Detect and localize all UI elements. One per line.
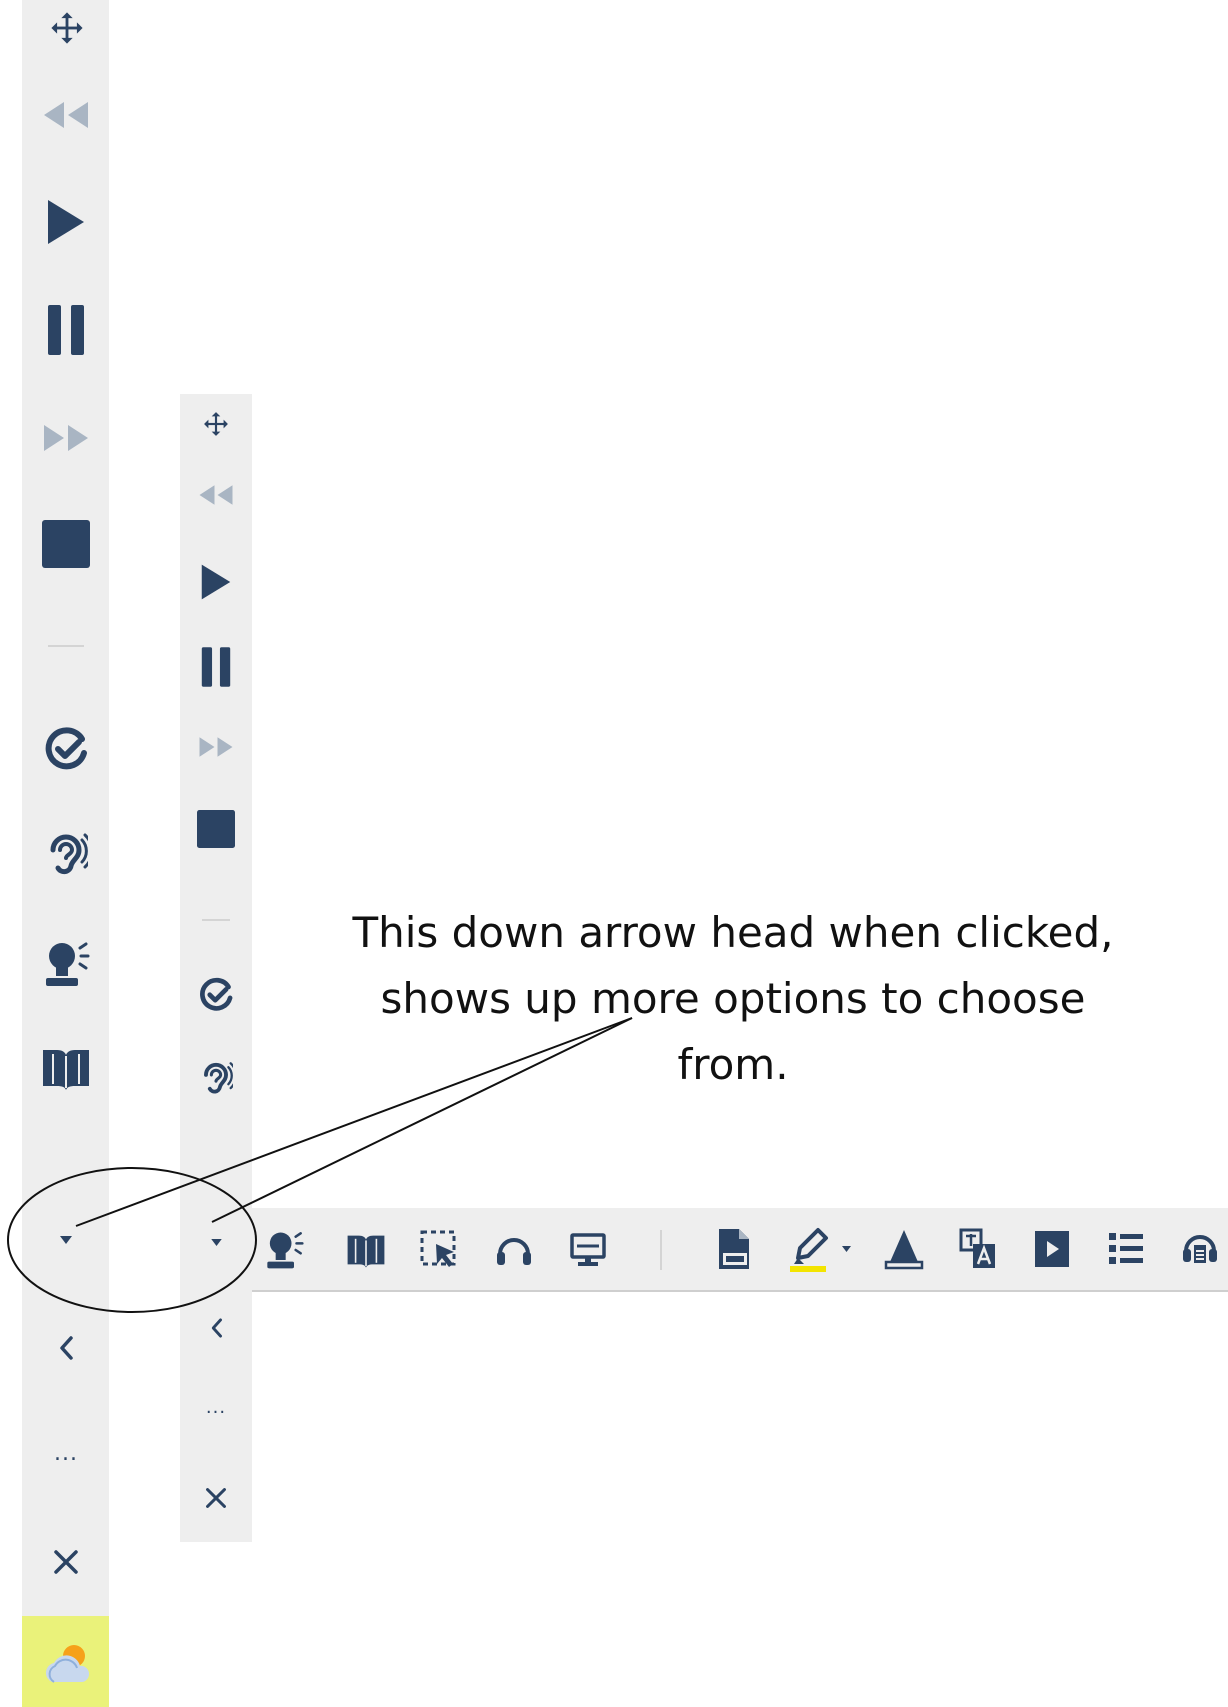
callout-annotation bbox=[7, 1017, 633, 1313]
callout-text: This down arrow head when clicked, shows… bbox=[352, 908, 1114, 1089]
callout-ellipse bbox=[7, 1167, 257, 1313]
